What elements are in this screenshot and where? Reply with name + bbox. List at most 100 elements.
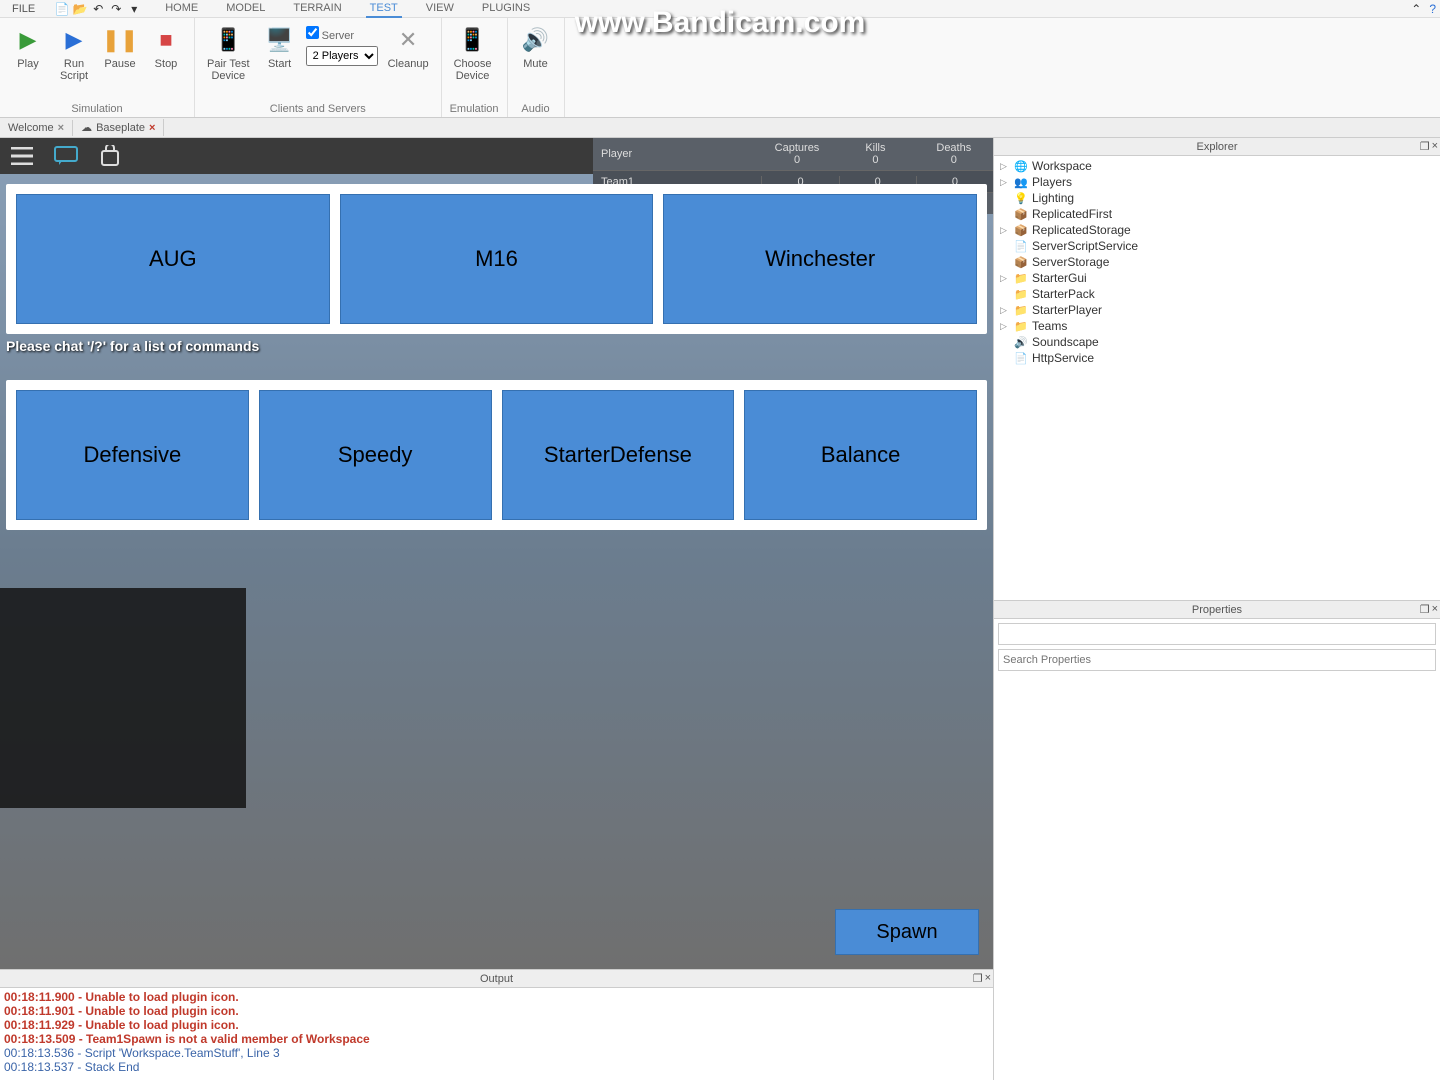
tree-item[interactable]: ▷📁StarterGui bbox=[996, 270, 1438, 286]
expand-icon[interactable]: ▷ bbox=[1000, 177, 1010, 188]
group-label-emulation: Emulation bbox=[450, 101, 499, 115]
close-icon[interactable]: × bbox=[1432, 140, 1438, 153]
tree-item[interactable]: ▷🌐Workspace bbox=[996, 158, 1438, 174]
undock-icon[interactable]: ❐ bbox=[1420, 140, 1430, 153]
tree-item[interactable]: 📁StarterPack bbox=[996, 286, 1438, 302]
tree-item[interactable]: 💡Lighting bbox=[996, 190, 1438, 206]
stop-icon: ■ bbox=[150, 24, 182, 56]
new-icon[interactable]: 📄 bbox=[55, 2, 69, 16]
backpack-icon[interactable] bbox=[96, 142, 124, 170]
doctab-welcome[interactable]: Welcome × bbox=[0, 120, 73, 136]
weapon-card-winchester[interactable]: Winchester bbox=[663, 194, 977, 324]
properties-search-input[interactable] bbox=[998, 649, 1436, 671]
start-button[interactable]: 🖥️ Start bbox=[260, 22, 300, 72]
dropdown-icon[interactable]: ▾ bbox=[127, 2, 141, 16]
class-card-starterdefense[interactable]: StarterDefense bbox=[502, 390, 735, 520]
start-icon: 🖥️ bbox=[264, 24, 296, 56]
help-icon[interactable]: ? bbox=[1429, 2, 1436, 16]
pause-button[interactable]: ❚❚ Pause bbox=[100, 22, 140, 72]
weapon-card-aug[interactable]: AUG bbox=[16, 194, 330, 324]
server-checkbox[interactable]: Server bbox=[306, 26, 378, 42]
weapon-card-m16[interactable]: M16 bbox=[340, 194, 654, 324]
properties-filter-input[interactable] bbox=[998, 623, 1436, 645]
chat-icon[interactable] bbox=[52, 142, 80, 170]
output-body[interactable]: 00:18:11.900 - Unable to load plugin ico… bbox=[0, 988, 993, 1080]
game-viewport[interactable]: Player Captures0 Kills0 Deaths0 Team1 0 … bbox=[0, 138, 993, 969]
cleanup-icon: ✕ bbox=[392, 24, 424, 56]
ribbon-group-audio: 🔊 Mute Audio bbox=[508, 18, 565, 117]
tree-item[interactable]: ▷📁Teams bbox=[996, 318, 1438, 334]
tree-item[interactable]: 🔊Soundscape bbox=[996, 334, 1438, 350]
expand-icon[interactable]: ▷ bbox=[1000, 305, 1010, 316]
chat-overlay[interactable] bbox=[0, 588, 246, 808]
undock-icon[interactable]: ❐ bbox=[973, 972, 983, 985]
tree-item[interactable]: ▷📦ReplicatedStorage bbox=[996, 222, 1438, 238]
explorer-tree[interactable]: ▷🌐Workspace▷👥Players💡Lighting📦Replicated… bbox=[994, 156, 1440, 600]
stop-button[interactable]: ■ Stop bbox=[146, 22, 186, 72]
item-icon: 👥 bbox=[1014, 175, 1028, 189]
tree-item[interactable]: ▷ 👥 Players bbox=[996, 174, 1438, 190]
tab-model[interactable]: MODEL bbox=[222, 0, 269, 18]
file-menu[interactable]: FILE bbox=[4, 1, 43, 17]
output-line: 00:18:13.537 - Stack End bbox=[4, 1060, 989, 1074]
redo-icon[interactable]: ↷ bbox=[109, 2, 123, 16]
output-panel: Output ❐ × 00:18:11.900 - Unable to load… bbox=[0, 969, 993, 1080]
choose-device-button[interactable]: 📱 Choose Device bbox=[450, 22, 496, 84]
doctab-baseplate[interactable]: ☁ Baseplate × bbox=[73, 119, 164, 136]
collapse-ribbon-icon[interactable]: ⌃ bbox=[1411, 2, 1421, 16]
properties-body bbox=[994, 675, 1440, 1080]
close-icon[interactable]: × bbox=[985, 972, 991, 985]
chat-hint: Please chat '/?' for a list of commands bbox=[6, 338, 259, 354]
item-icon: 📄 bbox=[1014, 351, 1028, 365]
tab-terrain[interactable]: TERRAIN bbox=[289, 0, 345, 18]
undo-icon[interactable]: ↶ bbox=[91, 2, 105, 16]
scoreboard-header-captures: Captures0 bbox=[758, 142, 836, 166]
output-header: Output ❐ × bbox=[0, 970, 993, 988]
tree-item[interactable]: 📦ReplicatedFirst bbox=[996, 206, 1438, 222]
tab-view[interactable]: VIEW bbox=[422, 0, 458, 18]
group-label-audio: Audio bbox=[516, 101, 556, 115]
output-line: 00:18:13.509 - Team1Spawn is not a valid… bbox=[4, 1032, 989, 1046]
properties-header: Properties ❐ × bbox=[994, 601, 1440, 619]
pair-test-button[interactable]: 📱 Pair Test Device bbox=[203, 22, 254, 84]
menu-bar: FILE 📄 📂 ↶ ↷ ▾ HOME MODEL TERRAIN TEST V… bbox=[0, 0, 1440, 18]
weapon-panel: AUG M16 Winchester bbox=[6, 184, 987, 334]
tab-test[interactable]: TEST bbox=[366, 0, 402, 18]
item-label: Players bbox=[1032, 175, 1072, 189]
hamburger-icon[interactable] bbox=[8, 142, 36, 170]
quick-access-toolbar: 📄 📂 ↶ ↷ ▾ bbox=[55, 2, 141, 16]
tree-item[interactable]: ▷📁StarterPlayer bbox=[996, 302, 1438, 318]
undock-icon[interactable]: ❐ bbox=[1420, 603, 1430, 616]
tab-home[interactable]: HOME bbox=[161, 0, 202, 18]
spawn-button[interactable]: Spawn bbox=[835, 909, 979, 955]
close-icon[interactable]: × bbox=[149, 122, 155, 134]
open-icon[interactable]: 📂 bbox=[73, 2, 87, 16]
pair-test-icon: 📱 bbox=[212, 24, 244, 56]
mute-button[interactable]: 🔊 Mute bbox=[516, 22, 556, 72]
output-line: 00:18:11.929 - Unable to load plugin ico… bbox=[4, 1018, 989, 1032]
close-icon[interactable]: × bbox=[1432, 603, 1438, 616]
class-card-defensive[interactable]: Defensive bbox=[16, 390, 249, 520]
close-icon[interactable]: × bbox=[58, 122, 64, 134]
item-label: ReplicatedFirst bbox=[1032, 207, 1112, 221]
expand-icon[interactable]: ▷ bbox=[1000, 225, 1010, 236]
cleanup-button[interactable]: ✕ Cleanup bbox=[384, 22, 433, 72]
tree-item[interactable]: 📦ServerStorage bbox=[996, 254, 1438, 270]
item-icon: 🌐 bbox=[1014, 159, 1028, 173]
item-icon: 📁 bbox=[1014, 271, 1028, 285]
run-script-button[interactable]: ▶ Run Script bbox=[54, 22, 94, 84]
properties-panel: Properties ❐ × bbox=[994, 600, 1440, 1080]
output-line: 00:18:11.900 - Unable to load plugin ico… bbox=[4, 990, 989, 1004]
tree-item[interactable]: 📄HttpService bbox=[996, 350, 1438, 366]
play-button[interactable]: ▶ Play bbox=[8, 22, 48, 72]
expand-icon[interactable]: ▷ bbox=[1000, 321, 1010, 332]
players-select[interactable]: 2 Players bbox=[306, 46, 378, 66]
expand-icon[interactable]: ▷ bbox=[1000, 273, 1010, 284]
tree-item[interactable]: 📄ServerScriptService bbox=[996, 238, 1438, 254]
expand-icon[interactable]: ▷ bbox=[1000, 161, 1010, 172]
class-card-speedy[interactable]: Speedy bbox=[259, 390, 492, 520]
class-card-balance[interactable]: Balance bbox=[744, 390, 977, 520]
scoreboard-header-player: Player bbox=[593, 148, 758, 160]
tab-plugins[interactable]: PLUGINS bbox=[478, 0, 534, 18]
mute-icon: 🔊 bbox=[520, 24, 552, 56]
